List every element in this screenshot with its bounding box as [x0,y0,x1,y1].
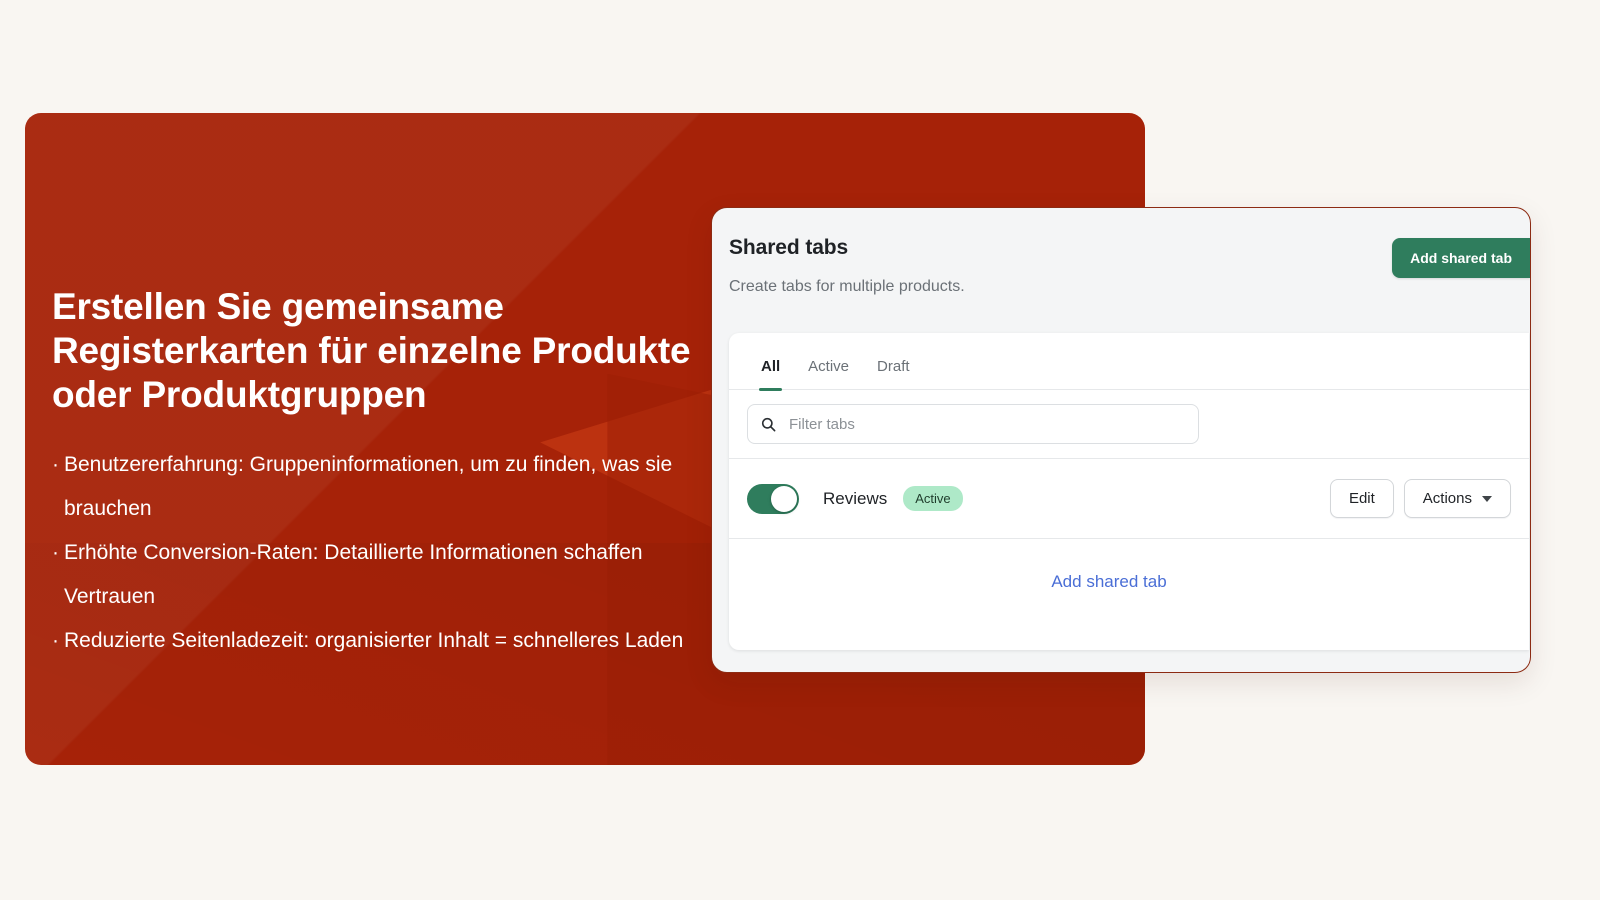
table-row: Reviews Active Edit Actions [729,459,1529,539]
row-actions: Edit Actions [1329,479,1511,518]
promo-bullet-text: Reduzierte Seitenladezeit: organisierter… [64,629,684,652]
card-footer: Add shared tab [729,539,1529,625]
promo-content: Erstellen Sie gemeinsame Registerkarten … [52,285,712,663]
promo-bullet-item: · Reduzierte Seitenladezeit: organisiert… [52,619,712,663]
tabs-panel: All Active Draft Reviews Active Edit [729,333,1529,650]
bullet-marker-icon: · [52,629,59,652]
add-shared-tab-link[interactable]: Add shared tab [1051,572,1166,592]
edit-button[interactable]: Edit [1329,479,1394,518]
tab-all[interactable]: All [747,358,794,391]
tab-active[interactable]: Active [794,358,863,389]
promo-bullet-item: · Benutzererfahrung: Gruppeninformatione… [52,443,712,531]
promo-heading: Erstellen Sie gemeinsame Registerkarten … [52,286,691,415]
add-shared-tab-button[interactable]: Add shared tab [1392,238,1530,278]
filter-input-wrapper[interactable] [747,404,1199,444]
page-subtitle: Create tabs for multiple products. [729,278,965,295]
promo-bullet-list: · Benutzererfahrung: Gruppeninformatione… [52,443,712,663]
promo-bullet-text: Benutzererfahrung: Gruppeninformationen,… [64,453,673,520]
page-title: Shared tabs [729,236,849,259]
actions-button-label: Actions [1422,490,1472,507]
promo-bullet-text: Erhöhte Conversion-Raten: Detaillierte I… [64,541,643,608]
row-title: Reviews [823,488,888,508]
shared-tabs-card: Shared tabs Create tabs for multiple pro… [711,207,1531,673]
bullet-marker-icon: · [52,541,59,564]
promo-bullet-item: · Erhöhte Conversion-Raten: Detaillierte… [52,531,712,619]
edit-button-label: Edit [1348,490,1375,507]
row-enabled-toggle[interactable] [747,483,799,514]
actions-button[interactable]: Actions [1403,479,1511,518]
toggle-knob [771,485,797,512]
search-input[interactable] [787,414,1186,434]
tab-bar: All Active Draft [729,333,1529,391]
filter-row [729,390,1529,459]
search-icon [761,417,776,431]
card-header: Shared tabs Create tabs for multiple pro… [712,208,1530,318]
bullet-marker-icon: · [52,453,59,476]
tab-draft[interactable]: Draft [863,358,924,389]
chevron-down-icon [1482,495,1492,502]
status-badge: Active [903,486,963,511]
